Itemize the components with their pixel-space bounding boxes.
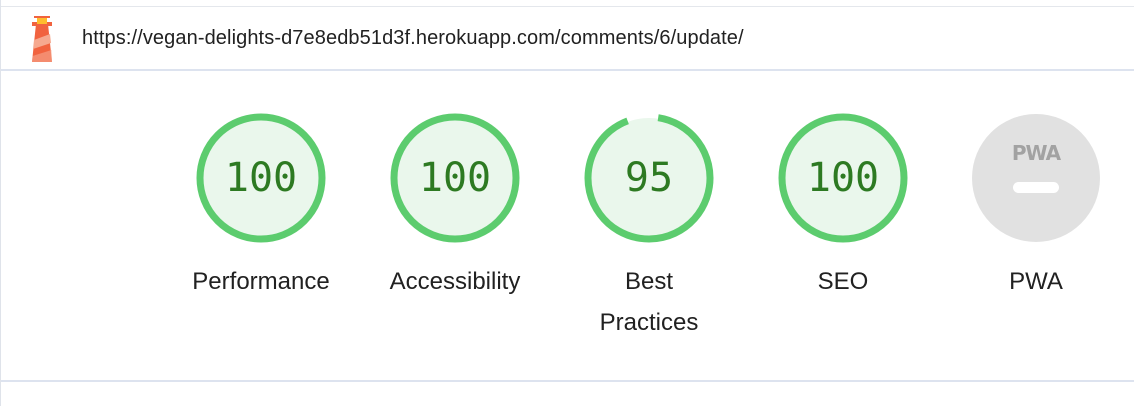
score-value: 95 [624, 155, 674, 201]
category-label[interactable]: Accessibility [355, 261, 555, 302]
category-label[interactable]: Best Practices [549, 261, 749, 343]
score-value: 100 [418, 155, 492, 201]
lighthouse-icon [32, 16, 52, 62]
divider [1, 380, 1134, 382]
gauge-performance[interactable]: 100 [196, 113, 326, 243]
category-label[interactable]: PWA [936, 261, 1134, 302]
gauge-seo[interactable]: 100 [778, 113, 908, 243]
gauge-best-practices[interactable]: 95 [584, 113, 714, 243]
report-url-bar: https://vegan-delights-d7e8edb51d3f.hero… [1, 7, 1134, 71]
category-label[interactable]: Performance [161, 261, 361, 302]
lighthouse-report: https://vegan-delights-d7e8edb51d3f.hero… [0, 0, 1134, 406]
score-value: 100 [806, 155, 880, 201]
category-label[interactable]: SEO [743, 261, 943, 302]
not-applicable-dash-icon [1013, 182, 1059, 193]
category-scores: 100 Performance 100 Accessibility 95 Bes… [1, 71, 1134, 380]
gauge-accessibility[interactable]: 100 [390, 113, 520, 243]
pwa-badge-text: PWA [1011, 141, 1061, 165]
score-value: 100 [224, 155, 298, 201]
pwa-badge-icon[interactable]: PWA [971, 113, 1101, 243]
report-url[interactable]: https://vegan-delights-d7e8edb51d3f.hero… [82, 27, 744, 50]
